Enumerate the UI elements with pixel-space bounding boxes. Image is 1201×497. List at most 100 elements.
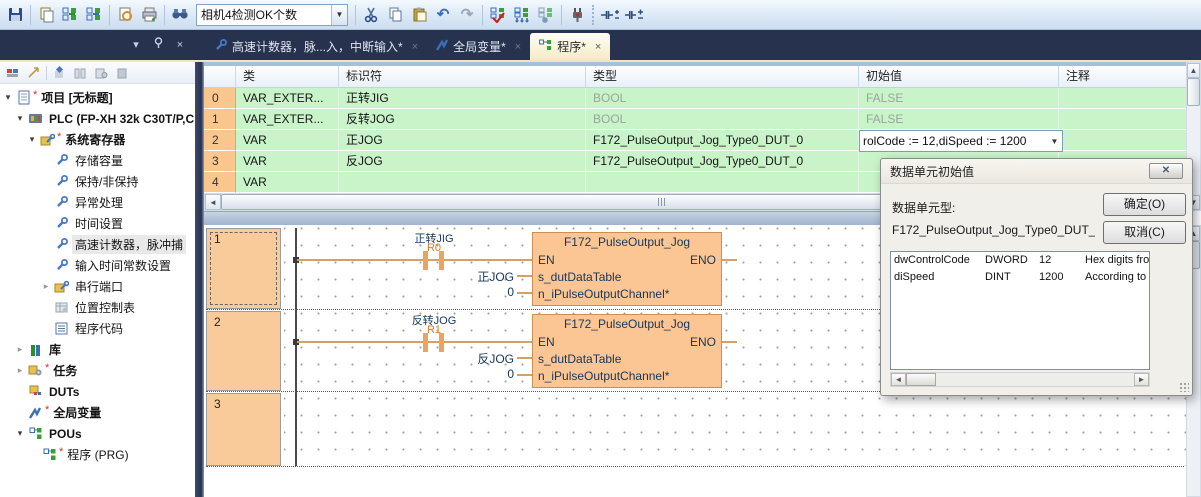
locked-book-icon[interactable] — [92, 64, 110, 82]
cell-class[interactable]: VAR — [236, 130, 339, 151]
scrollbar-thumb[interactable] — [1187, 78, 1200, 106]
rung-number-1[interactable]: 1 — [206, 228, 281, 309]
tree-item-library[interactable]: ▸ 库 — [0, 339, 195, 360]
cell-comment[interactable] — [1059, 88, 1186, 109]
fb-argument[interactable]: 正JOG — [419, 268, 514, 285]
scrollbar-thumb[interactable] — [906, 373, 936, 386]
print-icon[interactable] — [137, 3, 161, 27]
tree-item-time[interactable]: 时间设置 — [0, 213, 195, 234]
dropdown-value[interactable]: rolCode := 12,diSpeed := 1200 — [860, 131, 1047, 151]
tree-item-system-register[interactable]: ▾ * 系统寄存器 — [0, 129, 195, 150]
tree-item-position-table[interactable]: 位置控制表 — [0, 297, 195, 318]
fb-argument[interactable]: 0 — [419, 367, 514, 381]
find-icon[interactable] — [168, 3, 192, 27]
panel-splitter[interactable] — [195, 62, 204, 497]
save-icon[interactable] — [3, 3, 27, 27]
close-icon[interactable]: × — [515, 41, 521, 53]
tree-item-pous[interactable]: ▾ POUs — [0, 423, 195, 444]
upload-plc-icon[interactable] — [82, 3, 106, 27]
cell-identifier[interactable]: 反JOG — [339, 151, 586, 172]
tree-item-program-prg[interactable]: * 程序 (PRG) — [0, 444, 195, 465]
rung-number-2[interactable]: 2 — [206, 311, 281, 391]
tree-item-error[interactable]: 异常处理 — [0, 192, 195, 213]
resize-grip[interactable] — [1179, 382, 1189, 392]
export-icon[interactable] — [25, 64, 43, 82]
cell-type[interactable]: BOOL — [586, 109, 859, 130]
compile-icon[interactable] — [4, 64, 22, 82]
tree-item-serial[interactable]: ▸ 串行端口 — [0, 276, 195, 297]
function-block[interactable]: F172_PulseOutput_Jog ENENO s_dutDataTabl… — [532, 232, 722, 306]
cell-type[interactable] — [586, 172, 859, 193]
fb-argument[interactable]: 0 — [419, 285, 514, 299]
close-icon[interactable]: × — [595, 41, 601, 53]
header-type[interactable]: 类型 — [586, 66, 859, 87]
close-icon[interactable]: × — [172, 37, 188, 53]
header-class[interactable]: 类 — [236, 66, 339, 87]
contact-insert-icon[interactable] — [598, 3, 622, 27]
cell-comment[interactable] — [1059, 109, 1186, 130]
rung-number-3[interactable]: 3 — [206, 393, 281, 466]
scroll-left-icon[interactable]: ◄ — [205, 194, 221, 210]
tree-item-hsc[interactable]: 高速计数器，脉冲捕 — [0, 234, 195, 255]
header-rownum[interactable] — [204, 66, 236, 87]
header-identifier[interactable]: 标识符 — [339, 66, 586, 87]
cell-comment[interactable] — [1059, 130, 1186, 151]
tree-item-duts[interactable]: DUTs — [0, 381, 195, 402]
undo-icon[interactable]: ↶ — [431, 3, 455, 27]
copy-page-icon[interactable] — [34, 3, 58, 27]
function-block[interactable]: F172_PulseOutput_Jog ENENO s_dutDataTabl… — [532, 314, 722, 388]
cell-initial[interactable]: FALSE — [859, 88, 1059, 109]
cancel-button[interactable]: 取消(C) — [1103, 221, 1186, 244]
check-totalize-icon[interactable] — [534, 3, 558, 27]
print-preview-icon[interactable] — [113, 3, 137, 27]
header-comment[interactable]: 注释 — [1059, 66, 1186, 87]
tree-item-hold[interactable]: 保持/非保持 — [0, 171, 195, 192]
tree-item-plc[interactable]: ▾ PLC (FP-XH 32k C30T/P,C — [0, 108, 195, 129]
tree-item-tasks[interactable]: ▸ * 任务 — [0, 360, 195, 381]
tree-item-global-vars[interactable]: * 全局变量 — [0, 402, 195, 423]
row-number[interactable]: 2 — [204, 130, 236, 151]
cell-identifier[interactable]: 正JOG — [339, 130, 586, 151]
ok-button[interactable]: 确定(O) — [1103, 193, 1186, 216]
search-combobox[interactable]: 相机4检测OK个数 ▼ — [196, 4, 348, 26]
scroll-up-icon[interactable]: ▲ — [1187, 63, 1200, 78]
scroll-right-icon[interactable]: ► — [1134, 373, 1149, 386]
cell-type[interactable]: F172_PulseOutput_Jog_Type0_DUT_0 — [586, 130, 859, 151]
cell-initial[interactable]: FALSE — [859, 109, 1059, 130]
tab-program[interactable]: 程序* × — [530, 33, 610, 60]
cell-identifier[interactable]: 反转JOG — [339, 109, 586, 130]
add-library-icon[interactable] — [50, 64, 68, 82]
redo-icon[interactable]: ↷ — [455, 3, 479, 27]
tree-item-storage[interactable]: 存储容量 — [0, 150, 195, 171]
fb-argument[interactable]: 反JOG — [419, 350, 514, 367]
tab-hsc-settings[interactable]: 高速计数器，脉...入，中断输入* × — [205, 33, 427, 60]
cell-identifier[interactable]: 正转JIG — [339, 88, 586, 109]
row-number[interactable]: 0 — [204, 88, 236, 109]
cell-class[interactable]: VAR_EXTER... — [236, 88, 339, 109]
header-initial[interactable]: 初始值 — [859, 66, 1059, 87]
cut-icon[interactable] — [359, 3, 383, 27]
tree-item-project[interactable]: ▾ * 项目 [无标题] — [0, 87, 195, 108]
copy-icon[interactable] — [383, 3, 407, 27]
chevron-down-icon[interactable]: ▼ — [331, 5, 347, 25]
cell-class[interactable]: VAR — [236, 172, 339, 193]
check-all-icon[interactable] — [510, 3, 534, 27]
paste-icon[interactable] — [407, 3, 431, 27]
search-combobox-value[interactable]: 相机4检测OK个数 — [197, 5, 331, 25]
row-number[interactable]: 4 — [204, 172, 236, 193]
tree-item-input-const[interactable]: 输入时间常数设置 — [0, 255, 195, 276]
contact-append-icon[interactable] — [622, 3, 646, 27]
initial-value-dropdown[interactable]: rolCode := 12,diSpeed := 1200 ▼ — [859, 130, 1063, 152]
close-icon[interactable]: ✕ — [1149, 163, 1183, 179]
pin-icon[interactable] — [150, 37, 166, 53]
cell-type[interactable]: F172_PulseOutput_Jog_Type0_DUT_0 — [586, 151, 859, 172]
list-item[interactable]: dwControlCode DWORD 12 Hex digits from l… — [891, 252, 1149, 269]
row-number[interactable]: 1 — [204, 109, 236, 130]
dialog-horizontal-scrollbar[interactable]: ◄ ► — [890, 372, 1150, 387]
close-icon[interactable]: × — [412, 41, 418, 53]
tree-item-program-code[interactable]: 程序代码 — [0, 318, 195, 339]
chevron-down-icon[interactable]: ▼ — [1047, 131, 1062, 151]
check-program-icon[interactable] — [486, 3, 510, 27]
cell-identifier[interactable] — [339, 172, 586, 193]
closed-book-icon[interactable] — [113, 64, 131, 82]
